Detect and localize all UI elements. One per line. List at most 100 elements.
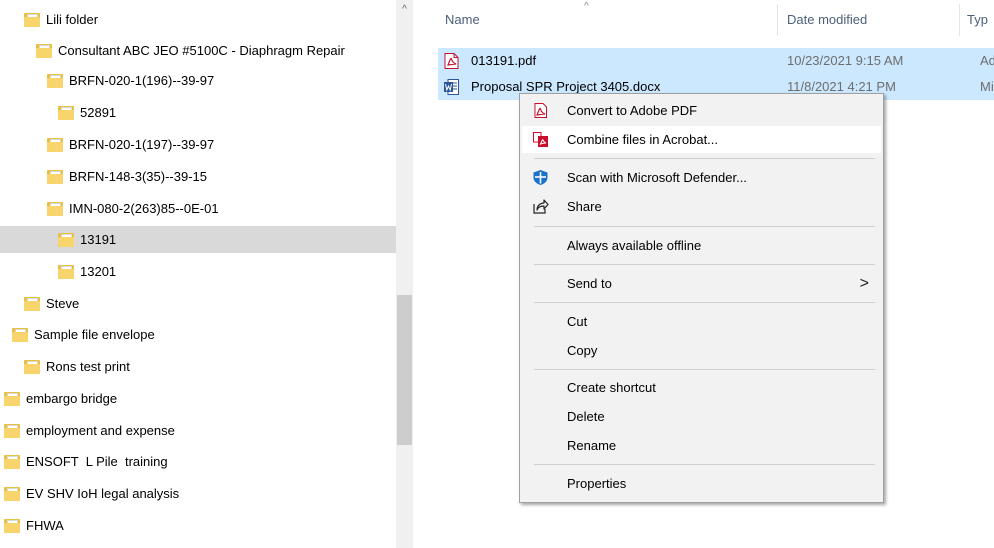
folder-icon xyxy=(24,359,40,374)
menu-item-rename[interactable]: Rename xyxy=(522,432,881,459)
column-header-date-modified[interactable]: Date modified xyxy=(787,0,867,40)
menu-item-label: Combine files in Acrobat... xyxy=(567,132,719,147)
menu-item-always-available-offline[interactable]: Always available offline xyxy=(522,232,881,259)
folder-icon xyxy=(24,12,40,27)
menu-item-label: Rename xyxy=(567,438,617,453)
tree-item-label: Steve xyxy=(46,296,80,311)
menu-separator xyxy=(534,158,875,159)
tree-item-lili-folder[interactable]: Lili folder xyxy=(0,6,396,33)
menu-item-label: Create shortcut xyxy=(567,380,656,395)
menu-separator xyxy=(534,302,875,303)
folder-icon xyxy=(47,201,63,216)
tree-item-ensoft-l-pile[interactable]: ENSOFT L Pile training xyxy=(0,448,396,475)
tree-item-label: employment and expense xyxy=(26,423,175,438)
folder-icon xyxy=(58,232,74,247)
tree-item-steve[interactable]: Steve xyxy=(0,290,396,317)
folder-icon xyxy=(58,264,74,279)
tree-item-rons-test-print[interactable]: Rons test print xyxy=(0,353,396,380)
menu-item-scan-with-microsoft-defender[interactable]: Scan with Microsoft Defender... xyxy=(522,164,881,191)
menu-item-send-to[interactable]: Send to > xyxy=(522,270,881,297)
sort-ascending-icon: ^ xyxy=(584,1,589,12)
file-type: Mi xyxy=(980,79,994,94)
folder-icon xyxy=(4,391,20,406)
column-divider[interactable] xyxy=(777,4,778,36)
share-icon xyxy=(533,199,549,214)
tree-item-fhwa[interactable]: FHWA xyxy=(0,512,396,539)
tree-item-label: ENSOFT L Pile training xyxy=(26,454,168,469)
tree-item-label: BRFN-020-1(196)--39-97 xyxy=(69,73,215,88)
tree-item-ev-shv-ioh[interactable]: EV SHV IoH legal analysis xyxy=(0,480,396,507)
tree-item-brfn-020-197[interactable]: BRFN-020-1(197)--39-97 xyxy=(0,131,396,158)
menu-separator xyxy=(534,464,875,465)
tree-item-label: 13201 xyxy=(80,264,117,279)
tree-item-label: Sample file envelope xyxy=(34,327,155,342)
menu-item-label: Cut xyxy=(567,314,588,329)
menu-item-delete[interactable]: Delete xyxy=(522,403,881,430)
word-file-icon xyxy=(444,79,459,95)
folder-icon xyxy=(4,518,20,533)
scrollbar-thumb[interactable] xyxy=(397,295,412,445)
tree-item-13191[interactable]: 13191 xyxy=(0,226,396,253)
folder-icon xyxy=(4,454,20,469)
column-header-type[interactable]: Typ xyxy=(967,0,988,40)
menu-item-label: Copy xyxy=(567,343,598,358)
menu-item-label: Properties xyxy=(567,476,627,491)
tree-item-label: BRFN-020-1(197)--39-97 xyxy=(69,137,215,152)
menu-separator xyxy=(534,226,875,227)
folder-icon xyxy=(47,169,63,184)
acrobat-combine-icon xyxy=(533,132,548,147)
menu-item-copy[interactable]: Copy xyxy=(522,337,881,364)
tree-item-employment-and-expense[interactable]: employment and expense xyxy=(0,417,396,444)
tree-item-label: 52891 xyxy=(80,105,117,120)
menu-item-convert-to-adobe-pdf[interactable]: Convert to Adobe PDF xyxy=(522,97,881,124)
scroll-up-arrow-icon[interactable]: ^ xyxy=(396,2,413,18)
folder-icon xyxy=(4,486,20,501)
defender-shield-icon xyxy=(533,170,548,185)
tree-item-label: FHWA xyxy=(26,518,64,533)
folder-icon xyxy=(47,73,63,88)
tree-item-label: Lili folder xyxy=(46,12,99,27)
menu-item-create-shortcut[interactable]: Create shortcut xyxy=(522,374,881,401)
menu-item-label: Always available offline xyxy=(567,238,702,253)
tree-item-label: embargo bridge xyxy=(26,391,118,406)
column-divider[interactable] xyxy=(959,4,960,36)
acrobat-convert-icon xyxy=(534,103,547,118)
folder-icon xyxy=(24,296,40,311)
menu-item-share[interactable]: Share xyxy=(522,193,881,220)
file-name: 013191.pdf xyxy=(471,53,537,68)
tree-item-brfn-020-196[interactable]: BRFN-020-1(196)--39-97 xyxy=(0,67,396,94)
menu-item-properties[interactable]: Properties xyxy=(522,470,881,497)
folder-icon xyxy=(47,137,63,152)
tree-item-sample-file-envelope[interactable]: Sample file envelope xyxy=(0,321,396,348)
tree-item-partial xyxy=(0,541,396,548)
tree-item-brfn-148[interactable]: BRFN-148-3(35)--39-15 xyxy=(0,163,396,190)
tree-item-embargo-bridge[interactable]: embargo bridge xyxy=(0,385,396,412)
menu-item-label: Convert to Adobe PDF xyxy=(567,103,698,118)
tree-item-label: EV SHV IoH legal analysis xyxy=(26,486,180,501)
column-header-name[interactable]: Name xyxy=(445,0,480,40)
menu-separator xyxy=(534,264,875,265)
navigation-pane: Lili folder Consultant ABC JEO #5100C - … xyxy=(0,0,414,548)
menu-item-label: Share xyxy=(567,199,602,214)
menu-separator xyxy=(534,369,875,370)
navigation-scrollbar[interactable]: ^ xyxy=(396,0,413,548)
context-menu: Convert to Adobe PDF Combine files in Ac… xyxy=(519,93,884,503)
tree-item-52891[interactable]: 52891 xyxy=(0,99,396,126)
folder-icon xyxy=(36,43,52,58)
tree-item-imn-080[interactable]: IMN-080-2(263)85--0E-01 xyxy=(0,195,396,222)
tree-item-label: Consultant ABC JEO #5100C - Diaphragm Re… xyxy=(58,43,345,58)
folder-icon xyxy=(58,105,74,120)
tree-item-label: Rons test print xyxy=(46,359,130,374)
tree-item-label: IMN-080-2(263)85--0E-01 xyxy=(69,201,219,216)
submenu-chevron-right-icon: > xyxy=(859,275,869,292)
tree-item-consultant-abc[interactable]: Consultant ABC JEO #5100C - Diaphragm Re… xyxy=(0,37,396,64)
tree-item-label: 13191 xyxy=(80,232,117,247)
menu-item-label: Scan with Microsoft Defender... xyxy=(567,170,747,185)
menu-item-cut[interactable]: Cut xyxy=(522,308,881,335)
file-row[interactable]: 013191.pdf 10/23/2021 9:15 AM Ad xyxy=(438,48,994,74)
tree-item-label: BRFN-148-3(35)--39-15 xyxy=(69,169,207,184)
menu-item-label: Delete xyxy=(567,409,605,424)
folder-icon xyxy=(12,327,28,342)
menu-item-combine-files-in-acrobat[interactable]: Combine files in Acrobat... xyxy=(522,126,881,153)
tree-item-13201[interactable]: 13201 xyxy=(0,258,396,285)
